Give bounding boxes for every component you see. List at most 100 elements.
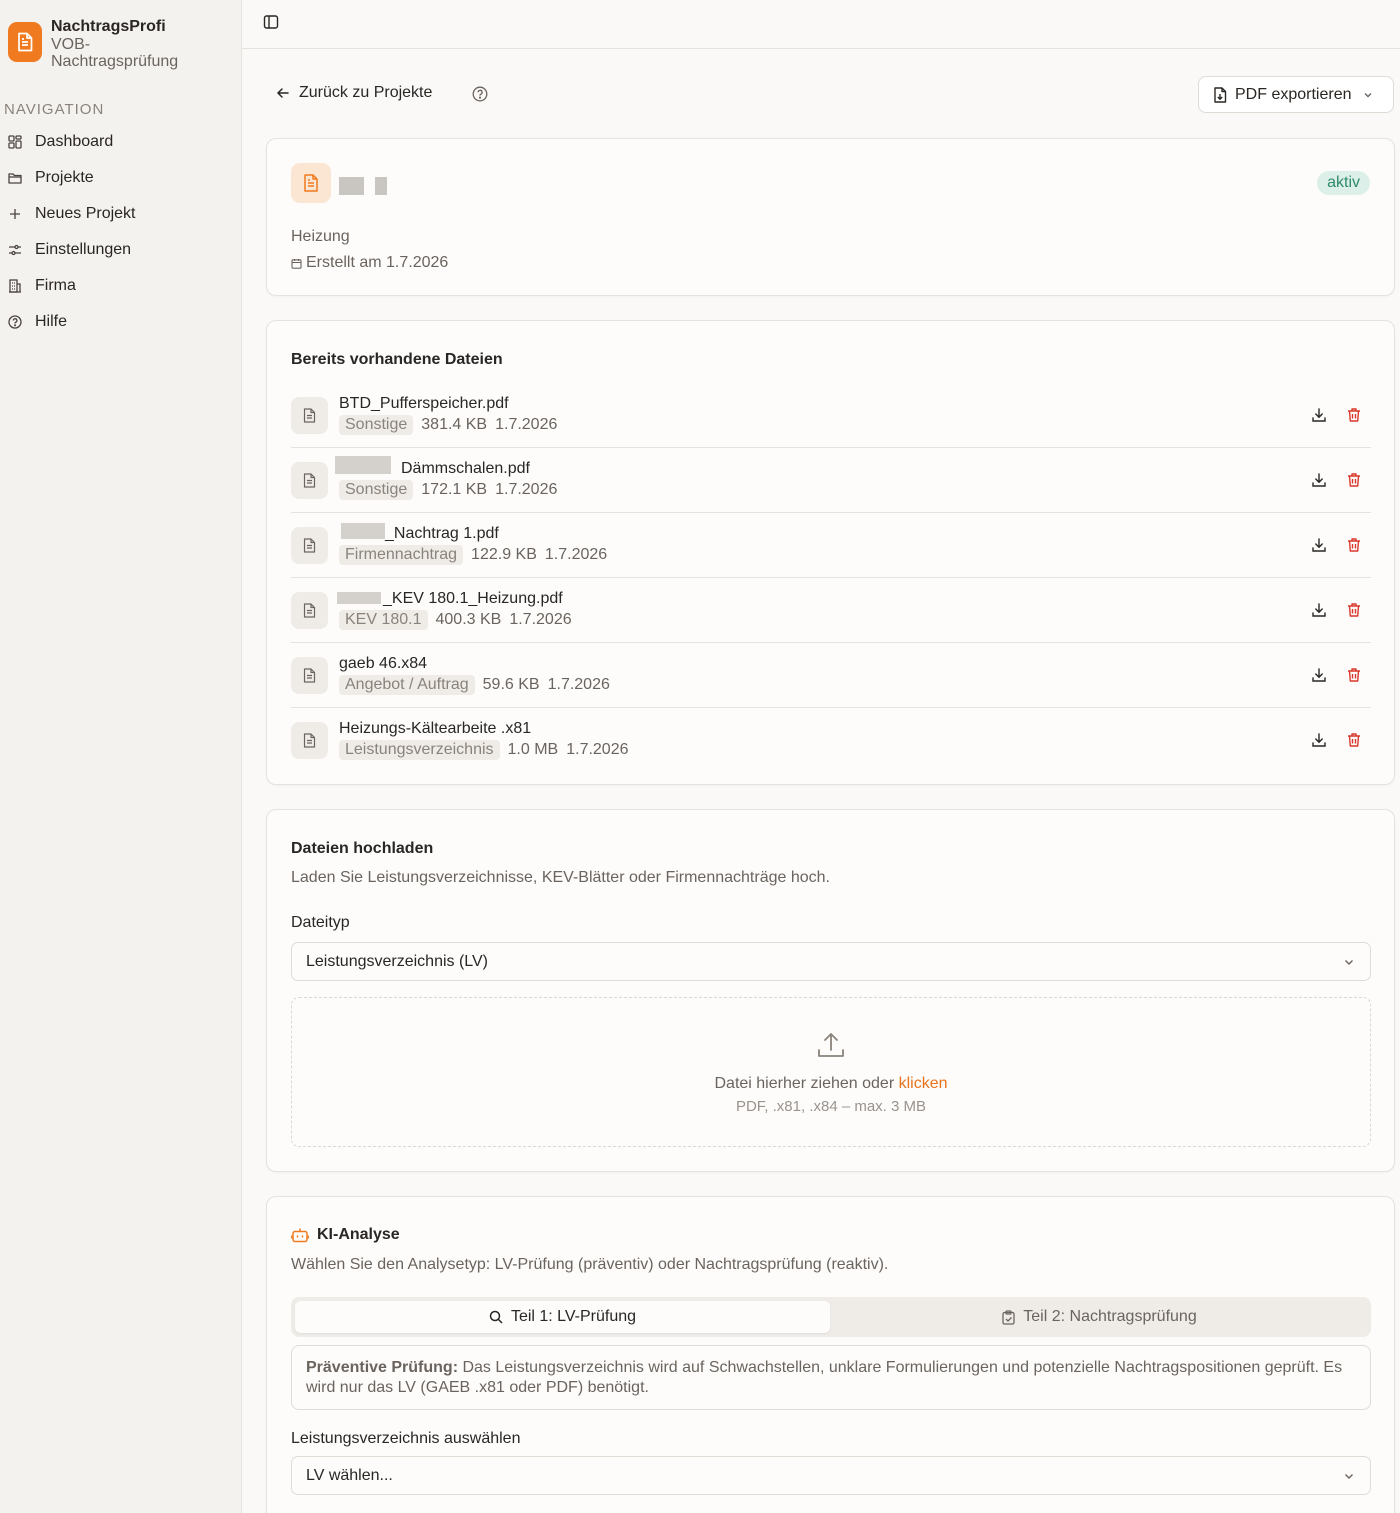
arrow-left-icon bbox=[276, 88, 289, 98]
tab-nachtragspruefung[interactable]: Teil 2: Nachtragsprüfung bbox=[832, 1301, 1367, 1333]
click-upload-link[interactable]: klicken bbox=[899, 1075, 948, 1092]
file-size: 400.3 KB bbox=[435, 611, 502, 628]
created-text: Erstellt am 1.7.2026 bbox=[306, 254, 449, 271]
redacted-name bbox=[335, 456, 391, 474]
file-date: 1.7.2026 bbox=[509, 611, 572, 628]
file-size: 172.1 KB bbox=[421, 481, 488, 498]
building-icon bbox=[8, 279, 22, 293]
file-meta: Sonstige 381.4 KB 1.7.2026 bbox=[339, 415, 557, 435]
sidebar-item-einstellungen[interactable]: Einstellungen bbox=[0, 232, 240, 268]
sidebar-item-label: Hilfe bbox=[35, 313, 68, 330]
search-icon bbox=[489, 1310, 503, 1324]
file-tag: Firmennachtrag bbox=[339, 545, 464, 565]
document-icon bbox=[291, 163, 331, 203]
sidebar-item-label: Dashboard bbox=[35, 133, 114, 150]
trash-icon[interactable] bbox=[1346, 602, 1362, 618]
upload-icon bbox=[818, 1033, 844, 1057]
file-date: 1.7.2026 bbox=[544, 546, 608, 563]
folder-icon bbox=[8, 171, 22, 185]
file-dropzone[interactable]: Datei hierher ziehen oder klicken PDF, .… bbox=[291, 997, 1371, 1147]
nav-heading: NAVIGATION bbox=[4, 101, 105, 118]
settings-icon bbox=[8, 243, 22, 257]
sidebar-item-label: Firma bbox=[35, 277, 76, 294]
file-download-icon bbox=[1214, 86, 1227, 103]
trash-icon[interactable] bbox=[1346, 537, 1362, 553]
file-date: 1.7.2026 bbox=[566, 741, 629, 758]
analysis-tabs: Teil 1: LV-Prüfung Teil 2: Nachtragsprüf… bbox=[291, 1297, 1371, 1337]
file-tag: KEV 180.1 bbox=[339, 610, 428, 630]
back-to-projects-link[interactable]: Zurück zu Projekte bbox=[276, 84, 432, 102]
lv-select-value: LV wählen... bbox=[306, 1466, 393, 1484]
app-subtitle: VOB-Nachtragsprüfung bbox=[51, 36, 179, 70]
trash-icon[interactable] bbox=[1346, 472, 1362, 488]
lv-select[interactable]: LV wählen... bbox=[291, 1456, 1371, 1495]
redacted-title bbox=[339, 177, 364, 195]
dropzone-hint: PDF, .x81, .x84 – max. 3 MB bbox=[735, 1098, 927, 1115]
sidebar-item-dashboard[interactable]: Dashboard bbox=[0, 124, 240, 160]
chevron-down-icon bbox=[1345, 1474, 1353, 1479]
file-meta: Leistungsverzeichnis 1.0 MB 1.7.2026 bbox=[339, 740, 629, 760]
trash-icon[interactable] bbox=[1346, 667, 1362, 683]
file-size: 59.6 KB bbox=[482, 676, 540, 693]
download-icon[interactable] bbox=[1311, 537, 1327, 553]
redacted-title bbox=[375, 177, 387, 195]
file-tag: Sonstige bbox=[339, 480, 414, 500]
download-icon[interactable] bbox=[1311, 407, 1327, 423]
tab-label: Teil 1: LV-Prüfung bbox=[510, 1308, 637, 1325]
sidebar-item-firma[interactable]: Firma bbox=[0, 268, 240, 304]
file-name: Heizungs-Kältearbeite .x81 bbox=[339, 720, 532, 737]
file-meta: Angebot / Auftrag 59.6 KB 1.7.2026 bbox=[339, 675, 610, 695]
list-item: _KEV 180.1_Heizung.pdf KEV 180.1 400.3 K… bbox=[291, 578, 1371, 643]
sidebar-toggle-icon[interactable] bbox=[263, 14, 279, 30]
file-name: Dämmschalen.pdf bbox=[401, 460, 530, 477]
nav-list: Dashboard Projekte Neues Projekt Einstel… bbox=[0, 124, 240, 340]
files-title: Bereits vorhandene Dateien bbox=[291, 351, 503, 368]
download-icon[interactable] bbox=[1311, 732, 1327, 748]
file-icon bbox=[291, 397, 328, 434]
download-icon[interactable] bbox=[1311, 667, 1327, 683]
file-type-select[interactable]: Leistungsverzeichnis (LV) bbox=[291, 942, 1371, 981]
document-icon bbox=[8, 22, 42, 62]
clipboard-check-icon bbox=[1002, 1309, 1015, 1325]
sidebar: NachtragsProfi VOB-Nachtragsprüfung NAVI… bbox=[0, 0, 242, 1513]
file-size: 122.9 KB bbox=[471, 546, 537, 563]
brand[interactable]: NachtragsProfi VOB-Nachtragsprüfung bbox=[8, 18, 201, 70]
sidebar-item-neues-projekt[interactable]: Neues Projekt bbox=[0, 196, 240, 232]
file-meta: Firmennachtrag 122.9 KB 1.7.2026 bbox=[339, 545, 607, 565]
info-bold: Präventive Prüfung: bbox=[306, 1359, 459, 1376]
info-text: Das Leistungsverzeichnis wird auf Schwac… bbox=[306, 1359, 1343, 1396]
list-item: Dämmschalen.pdf Sonstige 172.1 KB 1.7.20… bbox=[291, 448, 1371, 513]
redacted-name bbox=[341, 523, 385, 539]
download-icon[interactable] bbox=[1311, 602, 1327, 618]
sidebar-item-label: Einstellungen bbox=[35, 241, 132, 258]
back-label: Zurück zu Projekte bbox=[299, 84, 433, 101]
chevron-down-icon bbox=[1364, 92, 1371, 97]
file-icon bbox=[291, 592, 328, 629]
lv-select-label: Leistungsverzeichnis auswählen bbox=[291, 1430, 521, 1447]
redacted-name bbox=[337, 592, 381, 604]
file-date: 1.7.2026 bbox=[547, 676, 610, 693]
file-meta: KEV 180.1 400.3 KB 1.7.2026 bbox=[339, 610, 572, 630]
tab-label: Teil 2: Nachtragsprüfung bbox=[1023, 1308, 1197, 1325]
file-tag: Angebot / Auftrag bbox=[339, 675, 475, 695]
download-icon[interactable] bbox=[1311, 472, 1327, 488]
export-label: PDF exportieren bbox=[1235, 85, 1352, 103]
ki-title-text: KI-Analyse bbox=[317, 1226, 400, 1243]
sidebar-item-hilfe[interactable]: Hilfe bbox=[0, 304, 240, 340]
list-item: gaeb 46.x84 Angebot / Auftrag 59.6 KB 1.… bbox=[291, 643, 1371, 708]
list-item: BTD_Pufferspeicher.pdf Sonstige 381.4 KB… bbox=[291, 383, 1371, 448]
sidebar-item-projekte[interactable]: Projekte bbox=[0, 160, 240, 196]
list-item: _Nachtrag 1.pdf Firmennachtrag 122.9 KB … bbox=[291, 513, 1371, 578]
dashboard-icon bbox=[8, 135, 22, 149]
trash-icon[interactable] bbox=[1346, 407, 1362, 423]
trash-icon[interactable] bbox=[1346, 732, 1362, 748]
export-pdf-button[interactable]: PDF exportieren bbox=[1198, 76, 1394, 113]
file-name: _Nachtrag 1.pdf bbox=[385, 525, 499, 542]
file-date: 1.7.2026 bbox=[495, 416, 558, 433]
ki-analysis-card: KI-Analyse Wählen Sie den Analysetyp: LV… bbox=[266, 1196, 1395, 1513]
upload-description: Laden Sie Leistungsverzeichnisse, KEV-Bl… bbox=[291, 869, 830, 886]
file-type-label: Dateityp bbox=[291, 914, 350, 931]
project-created: Erstellt am 1.7.2026 bbox=[291, 254, 448, 272]
tab-lv-pruefung[interactable]: Teil 1: LV-Prüfung bbox=[295, 1301, 830, 1333]
help-circle-icon[interactable] bbox=[472, 86, 488, 102]
